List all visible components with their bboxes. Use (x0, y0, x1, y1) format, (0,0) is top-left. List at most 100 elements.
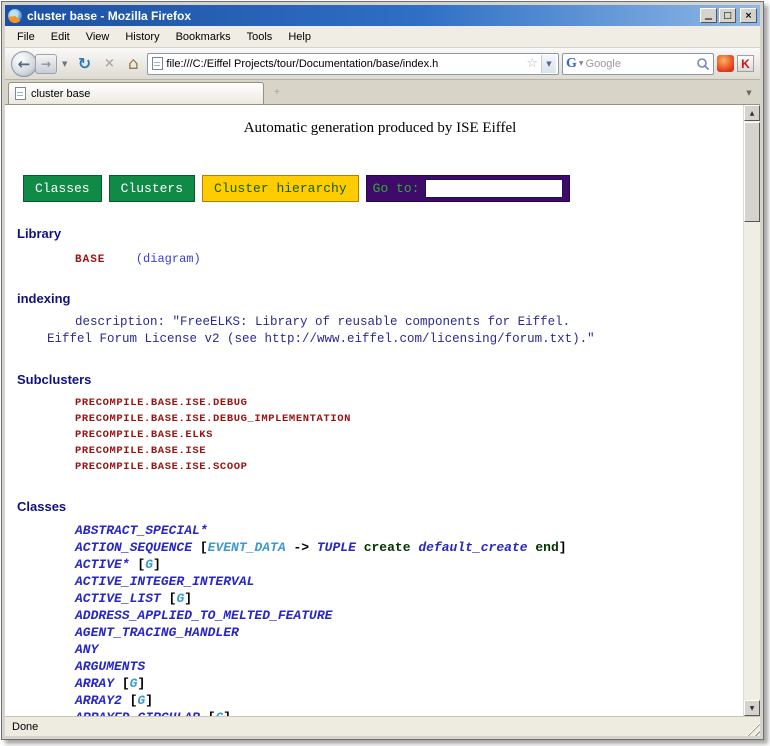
menu-item-tools[interactable]: Tools (239, 28, 281, 46)
resize-grip[interactable] (746, 722, 760, 736)
code-token: [ (130, 557, 146, 572)
subclusters-list: PRECOMPILE.BASE.ISE.DEBUGPRECOMPILE.BASE… (17, 395, 743, 475)
class-link[interactable]: ANY (75, 642, 98, 657)
diagram-link[interactable]: (diagram) (136, 252, 201, 266)
minimize-icon: — (705, 14, 713, 23)
class-link[interactable]: ARRAY (75, 676, 114, 691)
address-dropdown-button[interactable]: ▼ (541, 55, 556, 73)
page-content: Automatic generation produced by ISE Eif… (5, 105, 760, 716)
stop-icon: × (104, 56, 115, 71)
close-icon: × (745, 11, 753, 21)
class-link[interactable]: ACTIVE_LIST (75, 591, 161, 606)
history-dropdown-button[interactable]: ▼ (60, 60, 69, 68)
stop-button[interactable]: × (99, 52, 119, 76)
firefox-window: cluster base - Mozilla Firefox — □ × Fil… (1, 1, 764, 740)
tab-favicon (15, 87, 26, 100)
search-engine-dropdown[interactable]: ▼ (579, 60, 584, 67)
scrollbar-thumb[interactable] (744, 122, 760, 222)
cluster-base-link[interactable]: BASE (75, 254, 105, 266)
code-token: ] (184, 591, 192, 606)
code-token (356, 540, 364, 555)
class-entry: ACTION_SEQUENCE [EVENT_DATA -> TUPLE cre… (75, 539, 743, 556)
class-link[interactable]: ARRAY2 (75, 693, 122, 708)
menu-item-history[interactable]: History (117, 28, 167, 46)
menu-item-bookmarks[interactable]: Bookmarks (168, 28, 239, 46)
address-bar[interactable]: ☆ ▼ (147, 53, 559, 75)
maximize-icon: □ (723, 11, 732, 21)
code-token[interactable]: default_create (418, 540, 527, 555)
home-icon: ⌂ (128, 54, 139, 74)
page-favicon (152, 57, 163, 70)
address-input[interactable] (166, 58, 523, 70)
code-token: ] (137, 676, 145, 691)
addon-icon-k[interactable]: K (737, 55, 754, 72)
class-entry: ARRAYED_CIRCULAR [G] (75, 709, 743, 716)
goto-label: Go to: (373, 181, 420, 196)
maximize-button[interactable]: □ (719, 8, 736, 23)
code-token: end (535, 540, 558, 555)
class-entry: ARGUMENTS (75, 658, 743, 675)
class-link[interactable]: ARGUMENTS (75, 659, 145, 674)
list-all-tabs-button[interactable]: ▼ (741, 89, 757, 97)
code-token: ] (559, 540, 567, 555)
doc-button-classes[interactable]: Classes (23, 175, 102, 202)
tab-cluster-base[interactable]: cluster base (8, 82, 264, 104)
tab-label: cluster base (31, 88, 90, 100)
vertical-scrollbar[interactable]: ▲ ▼ (743, 105, 760, 716)
menu-item-edit[interactable]: Edit (43, 28, 78, 46)
class-link[interactable]: AGENT_TRACING_HANDLER (75, 625, 239, 640)
addon-icon-orange[interactable] (717, 55, 734, 72)
minimize-button[interactable]: — (700, 8, 717, 23)
search-bar[interactable]: G ▼ (562, 53, 714, 75)
code-token: EVENT_DATA (208, 540, 286, 555)
subcluster-link[interactable]: PRECOMPILE.BASE.ELKS (75, 427, 743, 443)
bookmark-star-icon[interactable]: ☆ (526, 56, 538, 71)
firefox-icon (8, 9, 22, 23)
new-tab-icon[interactable]: + (274, 87, 280, 98)
class-link[interactable]: ACTION_SEQUENCE (75, 540, 192, 555)
code-token: [ (192, 540, 208, 555)
code-token: ] (153, 557, 161, 572)
subcluster-link[interactable]: PRECOMPILE.BASE.ISE.DEBUG (75, 395, 743, 411)
scroll-down-button[interactable]: ▼ (744, 700, 760, 716)
class-link[interactable]: ABSTRACT_SPECIAL* (75, 523, 208, 538)
doc-button-clusters[interactable]: Clusters (109, 175, 195, 202)
goto-input[interactable] (425, 179, 563, 198)
class-link[interactable]: ACTIVE_INTEGER_INTERVAL (75, 574, 254, 589)
subcluster-link[interactable]: PRECOMPILE.BASE.ISE (75, 443, 743, 459)
search-input[interactable] (586, 58, 694, 70)
scroll-up-button[interactable]: ▲ (744, 105, 760, 121)
menu-item-view[interactable]: View (78, 28, 118, 46)
search-icon[interactable] (696, 57, 710, 71)
class-link[interactable]: TUPLE (317, 540, 356, 555)
subcluster-link[interactable]: PRECOMPILE.BASE.ISE.SCOOP (75, 459, 743, 475)
class-link[interactable]: ARRAYED_CIRCULAR (75, 710, 200, 716)
subcluster-link[interactable]: PRECOMPILE.BASE.ISE.DEBUG_IMPLEMENTATION (75, 411, 743, 427)
class-link[interactable]: ADDRESS_APPLIED_TO_MELTED_FEATURE (75, 608, 332, 623)
title-bar[interactable]: cluster base - Mozilla Firefox — □ × (5, 5, 760, 26)
code-token: -> (286, 540, 317, 555)
reload-button[interactable]: ↻ (72, 52, 96, 76)
class-entry: ADDRESS_APPLIED_TO_MELTED_FEATURE (75, 607, 743, 624)
code-token: [ (122, 693, 138, 708)
status-bar: Done (5, 716, 760, 736)
class-entry: ANY (75, 641, 743, 658)
doc-button-cluster-hierarchy[interactable]: Cluster hierarchy (202, 175, 359, 202)
window-title: cluster base - Mozilla Firefox (27, 9, 695, 23)
back-button[interactable]: ← (11, 51, 37, 77)
close-button[interactable]: × (740, 8, 757, 23)
menu-item-help[interactable]: Help (280, 28, 319, 46)
google-icon[interactable]: G (566, 56, 577, 72)
code-token: [ (114, 676, 130, 691)
forward-button[interactable]: → (35, 54, 57, 74)
section-heading-library: Library (17, 226, 743, 241)
menu-item-file[interactable]: File (9, 28, 43, 46)
navigation-toolbar: ← → ▼ ↻ × ⌂ ☆ ▼ G ▼ K (5, 48, 760, 80)
section-heading-classes: Classes (17, 499, 743, 514)
code-token: G (145, 557, 153, 572)
doc-nav-button-row: Classes Clusters Cluster hierarchy Go to: (23, 175, 743, 202)
tab-bar: cluster base + ▼ (5, 80, 760, 105)
class-link[interactable]: ACTIVE* (75, 557, 130, 572)
reload-icon: ↻ (78, 54, 91, 73)
home-button[interactable]: ⌂ (122, 52, 144, 76)
